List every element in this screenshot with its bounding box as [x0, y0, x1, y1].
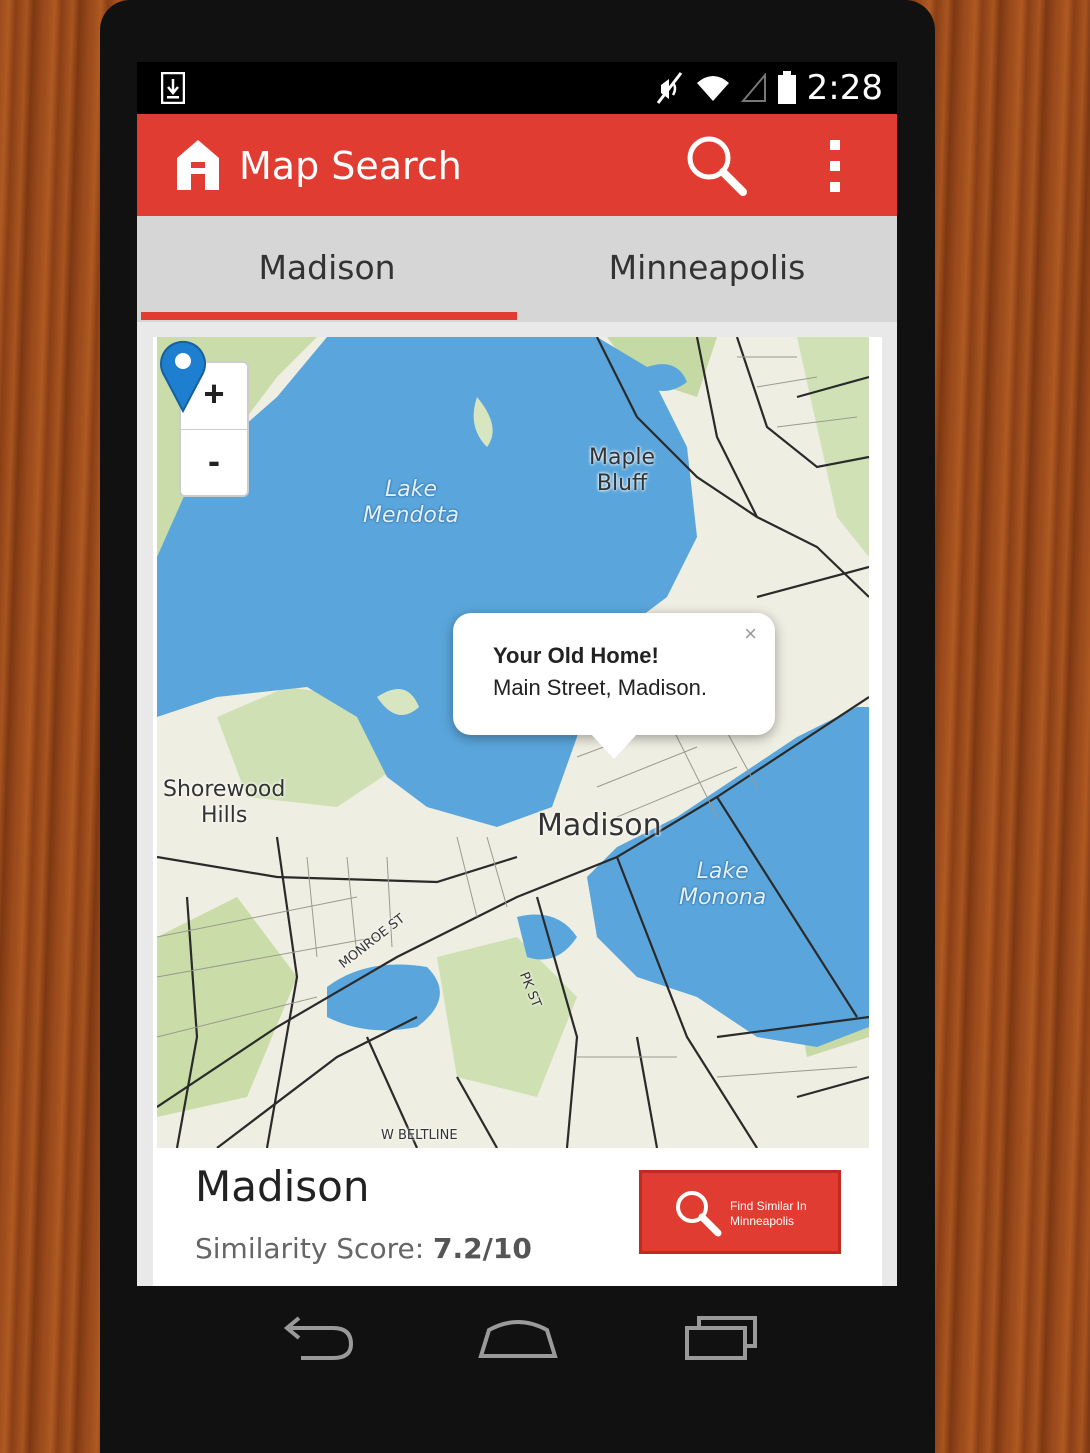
status-bar: 2:28	[137, 62, 897, 114]
map-label-shorewood-hills: Shorewood Hills	[163, 777, 286, 828]
marker-popup[interactable]: × Your Old Home! Main Street, Madison.	[453, 613, 775, 759]
battery-icon	[777, 71, 796, 104]
signal-icon	[740, 73, 766, 102]
find-similar-button[interactable]: Find Similar In Minneapolis	[639, 1170, 841, 1254]
popup-title: Your Old Home!	[493, 643, 659, 668]
house-logo-icon	[177, 140, 219, 190]
map-label-lake-monona: Lake Monona	[679, 859, 767, 910]
back-icon[interactable]	[271, 1312, 361, 1362]
result-panel: Madison Similarity Score: 7.2/10 Find Si…	[153, 1148, 882, 1286]
tab-madison[interactable]: Madison	[137, 216, 517, 322]
zoom-out-button[interactable]: -	[181, 429, 247, 496]
map-label-w-beltline: W BELTLINE	[381, 1128, 458, 1143]
overflow-menu-icon[interactable]	[817, 138, 853, 194]
popup-tip	[590, 733, 638, 759]
app-title: Map Search	[239, 144, 462, 188]
wifi-icon	[696, 76, 729, 101]
mute-icon	[656, 72, 682, 104]
similarity-score-value: 7.2/10	[433, 1232, 532, 1265]
system-nav-bar	[137, 1286, 897, 1396]
popup-subtitle: Main Street, Madison.	[493, 675, 707, 700]
home-icon[interactable]	[473, 1312, 563, 1362]
search-icon[interactable]	[685, 134, 749, 198]
map-label-madison: Madison	[537, 808, 662, 843]
recents-icon[interactable]	[675, 1312, 765, 1362]
status-time: 2:28	[806, 68, 883, 108]
search-icon	[676, 1191, 722, 1237]
map-view[interactable]: + - Lake Mendota Maple Bluff Shorewood H…	[157, 337, 869, 1148]
find-similar-label: Find Similar In Minneapolis	[730, 1199, 807, 1228]
result-city-name: Madison	[195, 1162, 370, 1211]
download-icon	[161, 72, 185, 104]
city-tabs: Madison Minneapolis	[137, 216, 897, 322]
map-label-lake-mendota: Lake Mendota	[363, 477, 459, 528]
map-tiles	[157, 337, 869, 1148]
screen: 2:28 Map Search Madison Minneapolis + - …	[137, 62, 897, 1286]
location-marker-icon[interactable]	[157, 337, 209, 413]
tab-minneapolis[interactable]: Minneapolis	[517, 216, 897, 322]
content-panel: + - Lake Mendota Maple Bluff Shorewood H…	[153, 337, 882, 1286]
map-label-maple-bluff: Maple Bluff	[589, 445, 656, 496]
app-bar: Map Search	[137, 114, 897, 216]
close-icon[interactable]: ×	[744, 621, 757, 647]
similarity-score: Similarity Score: 7.2/10	[195, 1232, 532, 1265]
tab-indicator	[141, 312, 517, 320]
similarity-score-label: Similarity Score:	[195, 1232, 425, 1265]
